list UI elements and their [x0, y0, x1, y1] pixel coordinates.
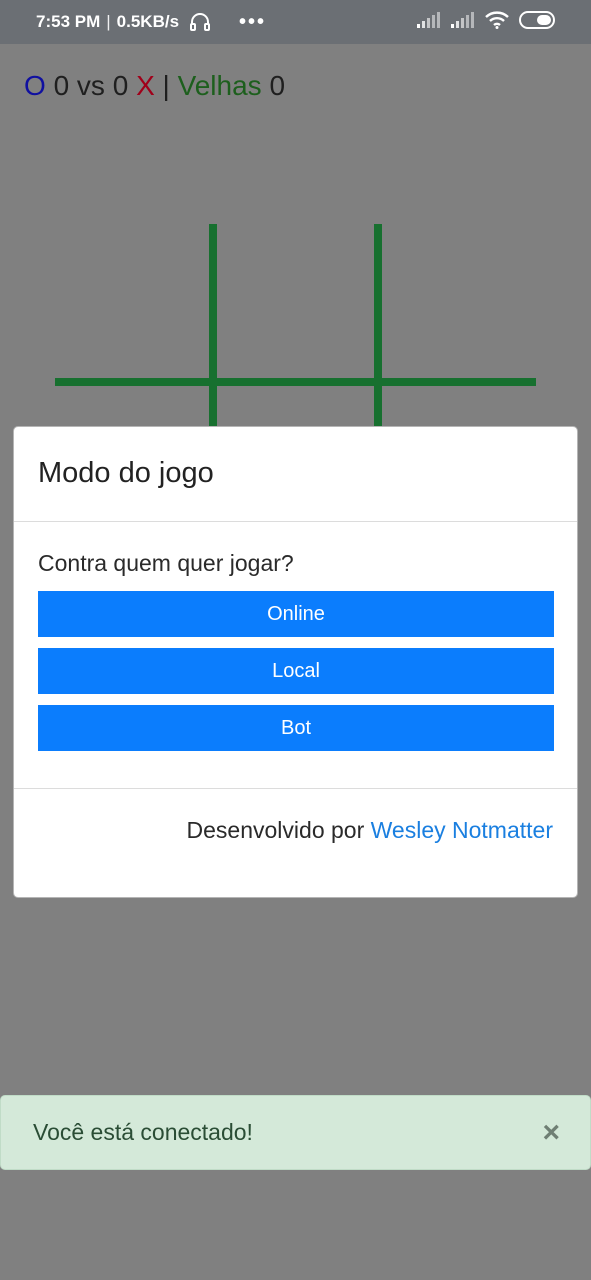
status-separator: |	[106, 12, 111, 31]
dialog-title: Modo do jogo	[38, 457, 214, 489]
signal-icon	[417, 11, 441, 33]
toast-message: Você está conectado!	[33, 1119, 253, 1145]
draws-label: Velhas	[177, 70, 262, 101]
connection-toast: Você está conectado! ×	[0, 1095, 591, 1170]
more-icon: •••	[239, 10, 267, 33]
player-x-score: 0	[112, 70, 129, 101]
status-left: 7:53 PM | 0.5KB/s •••	[36, 11, 266, 34]
draws-score: 0	[269, 70, 286, 101]
dialog-header: Modo do jogo	[14, 427, 577, 522]
signal-icon-2	[451, 11, 475, 33]
board-horizontal-line-top	[55, 378, 536, 386]
headset-icon	[189, 12, 211, 32]
board-vertical-line-left	[209, 224, 217, 434]
board-vertical-line-right	[374, 224, 382, 434]
battery-icon	[519, 10, 557, 34]
status-time: 7:53 PM	[36, 12, 101, 31]
developer-credit-label: Desenvolvido por	[186, 817, 365, 843]
game-mode-dialog: Modo do jogo Contra quem quer jogar? Onl…	[13, 426, 578, 898]
wifi-icon	[485, 10, 509, 34]
close-icon[interactable]: ×	[542, 1116, 560, 1150]
local-button[interactable]: Local	[38, 648, 554, 694]
status-right	[417, 10, 557, 34]
player-o-score: 0	[53, 70, 70, 101]
network-speed: 0.5KB/s	[116, 12, 180, 31]
score-separator: |	[162, 70, 170, 101]
player-x-label: X	[136, 70, 155, 101]
dialog-body: Contra quem quer jogar? Online Local Bot	[14, 522, 577, 789]
dialog-question: Contra quem quer jogar?	[38, 550, 294, 576]
vs-label: vs	[76, 70, 105, 101]
bot-button[interactable]: Bot	[38, 705, 554, 751]
scoreboard: O 0 vs 0 X | Velhas 0	[24, 70, 285, 102]
player-o-label: O	[24, 70, 46, 101]
online-button[interactable]: Online	[38, 591, 554, 637]
status-bar: 7:53 PM | 0.5KB/s •••	[0, 0, 591, 44]
dialog-footer: Desenvolvido por Wesley Notmatter	[14, 789, 577, 844]
developer-link[interactable]: Wesley Notmatter	[371, 817, 553, 843]
